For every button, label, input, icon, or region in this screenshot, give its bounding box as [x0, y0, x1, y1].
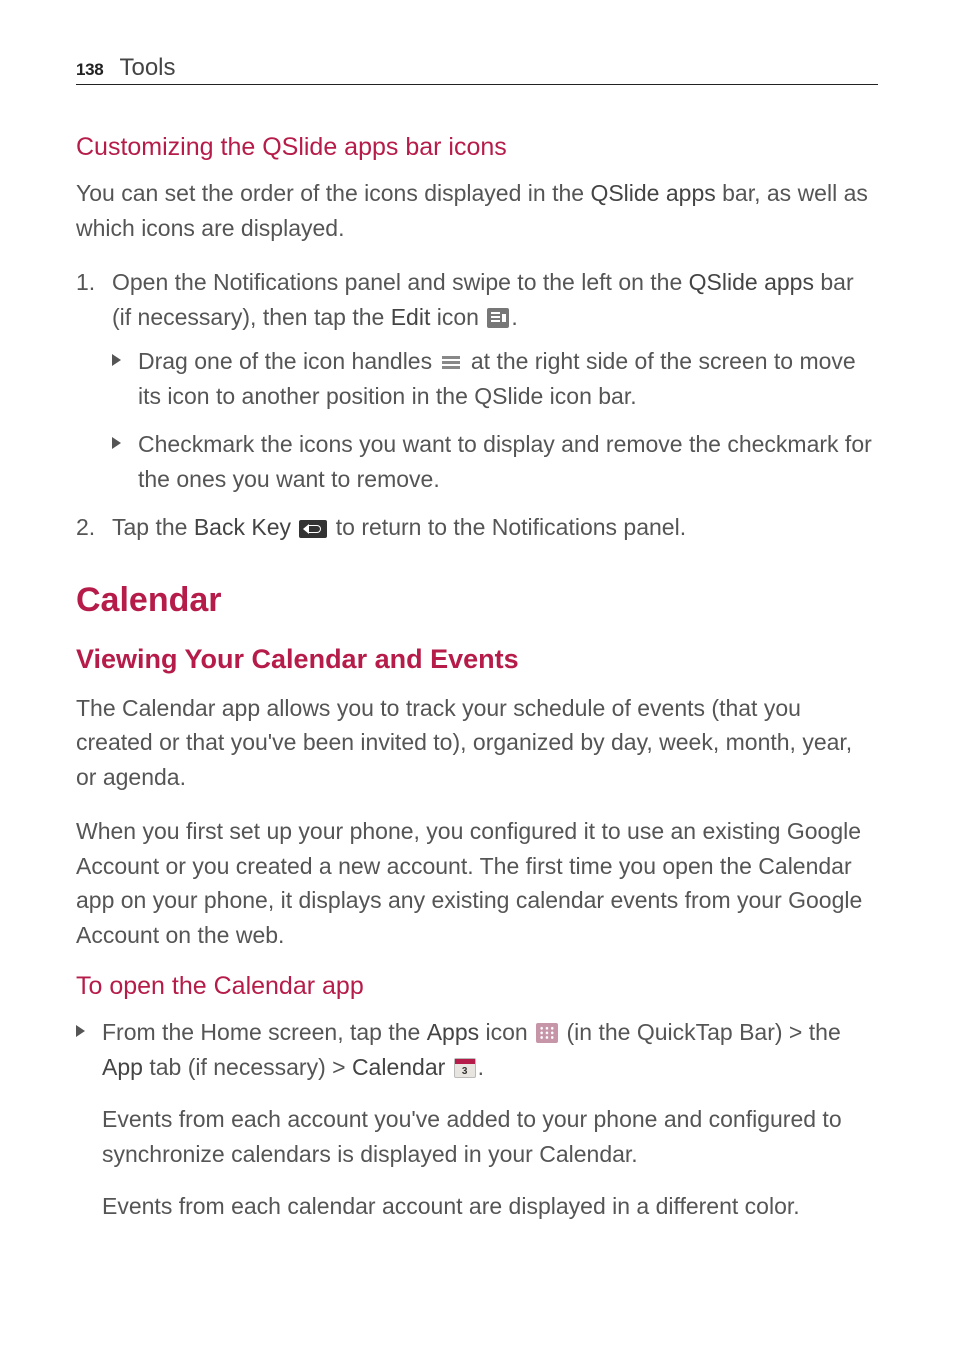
back-key-icon	[299, 520, 327, 538]
apps-icon	[536, 1023, 558, 1043]
open-calendar-step: From the Home screen, tap the Apps icon …	[76, 1015, 878, 1084]
sub-item-checkmark: Checkmark the icons you want to display …	[112, 427, 878, 496]
calendar-p1: The Calendar app allows you to track you…	[76, 691, 878, 795]
sub-list: Drag one of the icon handles at the righ…	[112, 344, 878, 496]
heading-customizing-qslide: Customizing the QSlide apps bar icons	[76, 133, 878, 162]
intro-paragraph: You can set the order of the icons displ…	[76, 176, 878, 245]
calendar-icon	[454, 1058, 476, 1078]
triangle-bullet-icon	[112, 437, 122, 449]
heading-viewing-calendar: Viewing Your Calendar and Events	[76, 644, 878, 675]
calendar-note-2: Events from each calendar account are di…	[76, 1189, 878, 1224]
open-calendar-steps: From the Home screen, tap the Apps icon …	[76, 1015, 878, 1084]
handle-icon	[440, 355, 462, 371]
calendar-note-1: Events from each account you've added to…	[76, 1102, 878, 1171]
triangle-bullet-icon	[112, 354, 122, 366]
triangle-bullet-icon	[76, 1025, 86, 1037]
page-number: 138	[76, 60, 103, 80]
step-1: 1. Open the Notifications panel and swip…	[76, 265, 878, 496]
page-header: 138 Tools	[76, 54, 878, 85]
heading-calendar: Calendar	[76, 581, 878, 620]
step-2: 2. Tap the Back Key to return to the Not…	[76, 510, 878, 545]
ordered-steps: 1. Open the Notifications panel and swip…	[76, 265, 878, 545]
heading-open-calendar: To open the Calendar app	[76, 972, 878, 1001]
calendar-p2: When you first set up your phone, you co…	[76, 814, 878, 952]
edit-icon	[487, 308, 509, 328]
section-name: Tools	[119, 54, 175, 82]
sub-item-drag: Drag one of the icon handles at the righ…	[112, 344, 878, 413]
